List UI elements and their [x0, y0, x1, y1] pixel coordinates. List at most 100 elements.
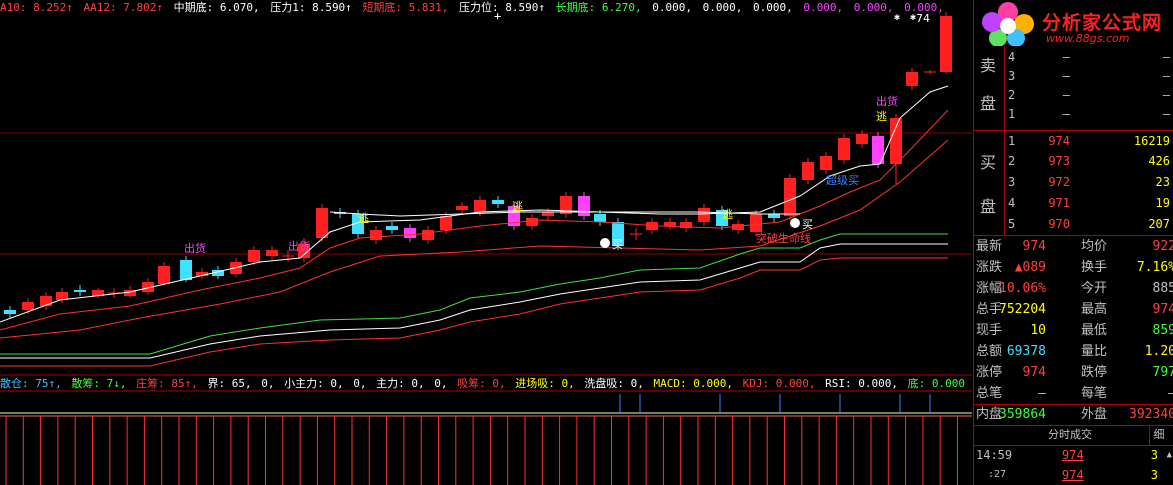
candle-body [820, 156, 832, 170]
sell-label: 出货 [876, 94, 898, 108]
candle-body [594, 214, 606, 222]
candle-body [940, 16, 952, 72]
buy-level-row[interactable]: 1 974 16219 [1004, 132, 1173, 151]
sell-level-row[interactable]: 1 – – [1004, 105, 1173, 124]
logo-url: www.88gs.com [1046, 32, 1130, 45]
sub-indicator: 0, [353, 377, 367, 390]
sell-side-label: 卖 盘 [974, 46, 1005, 130]
stat-row-limit: 涨停 974 跌停 797 [976, 365, 1173, 380]
buy-order-book: 买 盘 1 974 16219 2 973 426 3 972 23 4 971 [974, 131, 1173, 235]
candle-body [4, 310, 16, 314]
flower-logo-icon [982, 2, 1034, 46]
indicator-value: 0.000, [904, 1, 944, 14]
candle-body [890, 118, 902, 164]
sell-level-row[interactable]: 4 – – [1004, 48, 1173, 67]
indicator-mid-bottom: 中期底: 6.070, [173, 1, 260, 14]
candle-body [474, 200, 486, 212]
candle-body [248, 250, 260, 262]
candle-body [856, 134, 868, 144]
red-bottom-line [0, 257, 948, 367]
sub-indicator: 进场吸: 0, [515, 377, 575, 390]
stock-chart-window: + ✱ ✱ 出货 出货 出货逃逃逃逃买买突破生命线 超级买 74 A10: 8.252↑ AA… [0, 0, 1173, 485]
super-buy-label: 超级买 [826, 173, 859, 187]
candle-body [542, 212, 554, 216]
sell-level-row[interactable]: 3 – – [1004, 67, 1173, 86]
indicator-aa12: AA12: 7.802↑ [83, 1, 163, 14]
candle-body [158, 266, 170, 284]
sub-indicator: MACD: 0.000, [653, 377, 733, 390]
candle-body [768, 214, 780, 218]
sub-indicator: 界: 65, [207, 377, 252, 390]
tick-title: 分时成交 [1048, 428, 1092, 441]
sub-indicator: 庄筹: 85↑, [136, 377, 198, 390]
candle-body [22, 302, 34, 310]
buy-level-row[interactable]: 2 973 426 [1004, 152, 1173, 171]
white-bottom-line [0, 243, 948, 359]
indicator-long-bottom: 长期底: 6.270, [555, 1, 642, 14]
detail-tab[interactable]: 细 [1149, 425, 1168, 445]
green-bottom-line [0, 233, 948, 355]
sub-indicator: 0, [261, 377, 275, 390]
candle-body [750, 214, 762, 232]
scroll-up-icon[interactable]: ▲ [1167, 445, 1172, 465]
sell-label: 出货 [184, 241, 206, 255]
escape-label: 逃 [358, 212, 369, 225]
candle-body [422, 230, 434, 240]
buy-level-row[interactable]: 4 971 19 [1004, 194, 1173, 213]
buy-signal-dot [600, 238, 610, 248]
sub-indicator: 0, [434, 377, 448, 390]
stat-row-change: 涨跌 ▲089 换手 7.16% [976, 260, 1173, 275]
tick-header: 分时成交 细 [974, 425, 1173, 445]
stat-row-current-volume: 现手 10 最低 859 [976, 323, 1173, 338]
candlestick-chart[interactable]: + ✱ ✱出货 出货出货逃逃逃逃买买突破生命线超级买74 [0, 0, 972, 376]
stat-row-latest: 最新 974 均价 922 [976, 239, 1173, 254]
escape-label: 逃 [722, 208, 733, 221]
stat-row-change-pct: 涨幅 10.06% 今开 885 [976, 281, 1173, 296]
tick-row: :27 974 3 [988, 468, 1158, 482]
sub-indicator: 散筹: 7↓, [71, 377, 127, 390]
indicator-a10: A10: 8.252↑ [0, 1, 73, 14]
indicator-pressure-1: 压力1: 8.590↑ [270, 1, 352, 14]
candle-body [386, 226, 398, 230]
sub-indicator: 吸筹: 0, [457, 377, 506, 390]
indicator-value: 0.000, [803, 1, 844, 14]
indicator-short-bottom: 短期底: 5.831, [362, 1, 449, 14]
top-indicator-bar: A10: 8.252↑ AA12: 7.802↑ 中期底: 6.070, 压力1… [0, 0, 972, 16]
site-logo: 分析家公式网 www.88gs.com [974, 0, 1173, 46]
candle-body [370, 230, 382, 240]
sub-indicator: 小主力: 0, [284, 377, 344, 390]
stat-row-trades: 总笔 – 每笔 – [976, 386, 1173, 401]
indicator-pressure-level: 压力位: 8.590↑ [459, 1, 546, 14]
buy-level-row[interactable]: 5 970 207 [1004, 215, 1173, 234]
candle-body [266, 250, 278, 256]
candle-body [456, 206, 468, 210]
sell-level-row[interactable]: 2 – – [1004, 86, 1173, 105]
sub-indicator: RSI: 0.000, [825, 377, 898, 390]
candle-body [802, 162, 814, 180]
breakout-label: 突破生命线 [756, 231, 811, 245]
buy-side-label: 买 盘 [974, 131, 1005, 235]
stat-row-inner-outer: 内盘 359864 外盘 392340 [976, 407, 1173, 422]
candle-body [784, 178, 796, 216]
sub-indicator: 底: 0.000 [907, 377, 965, 390]
candle-body [40, 296, 52, 306]
candle-body [492, 200, 504, 204]
buy-label: 买 [802, 218, 813, 231]
candle-body [664, 222, 676, 226]
sub-indicator: 洗盘吸: 0, [584, 377, 644, 390]
indicator-value: 0.000, [652, 1, 693, 14]
sub-indicator-chart[interactable] [0, 376, 972, 485]
sell-label: 出货 [288, 239, 310, 253]
candle-body [578, 196, 590, 216]
sub-indicator: 散仓: 75↑, [0, 377, 62, 390]
candle-body [906, 72, 918, 86]
buy-level-row[interactable]: 3 972 23 [1004, 173, 1173, 192]
candle-body [316, 208, 328, 238]
candle-body [698, 208, 710, 222]
stat-row-amount: 总额 69378 量比 1.20 [976, 344, 1173, 359]
sell-order-book: 卖 盘 4 – – 3 – – 2 – – 1 – – [974, 46, 1173, 130]
candle-body [404, 228, 416, 238]
escape-label: 逃 [876, 110, 887, 123]
sub-indicator-bar: 散仓: 75↑, 散筹: 7↓, 庄筹: 85↑, 界: 65, 0, 小主力:… [0, 377, 972, 391]
buy-signal-dot [790, 218, 800, 228]
